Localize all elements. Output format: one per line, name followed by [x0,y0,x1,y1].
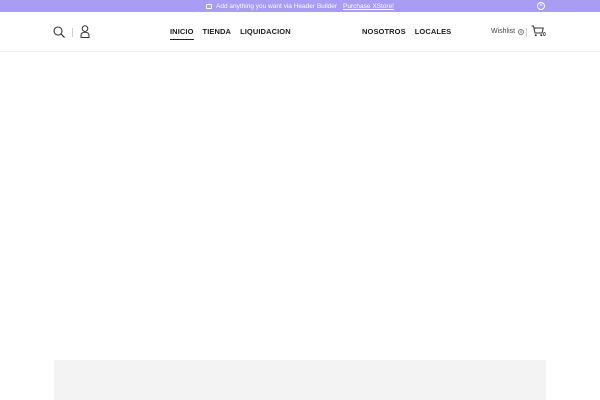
cart-count: 0 [543,32,546,38]
main-nav-left: INICIO TIENDA LIQUIDACION [170,27,300,40]
main-content [0,53,600,360]
envelope-icon [206,3,212,9]
promo-bar: Add anything you want via Header Builder… [0,0,600,12]
nav-item-locales[interactable]: LOCALES [415,27,452,36]
site-header: INICIO TIENDA LIQUIDACION NOSOTROS LOCAL… [0,12,600,52]
user-icon[interactable] [80,25,90,38]
search-icon[interactable] [53,26,65,38]
nav-item-tienda[interactable]: TIENDA [203,27,232,36]
main-nav-right: NOSOTROS LOCALES [362,27,460,36]
content-placeholder-block [54,360,546,400]
nav-item-inicio[interactable]: INICIO [170,27,194,40]
header-divider [72,28,73,37]
wishlist-count: 0 [518,28,525,35]
promo-text: Add anything you want via Header Builder [216,2,338,10]
wishlist-label: Wishlist [491,28,516,35]
header-divider [526,28,527,37]
purchase-link[interactable]: Purchase XStore! [343,3,394,10]
nav-item-nosotros[interactable]: NOSOTROS [362,27,406,36]
nav-item-liquidacion[interactable]: LIQUIDACION [240,27,291,36]
close-icon[interactable]: × [537,2,545,10]
wishlist-link[interactable]: Wishlist 0 [491,28,525,35]
